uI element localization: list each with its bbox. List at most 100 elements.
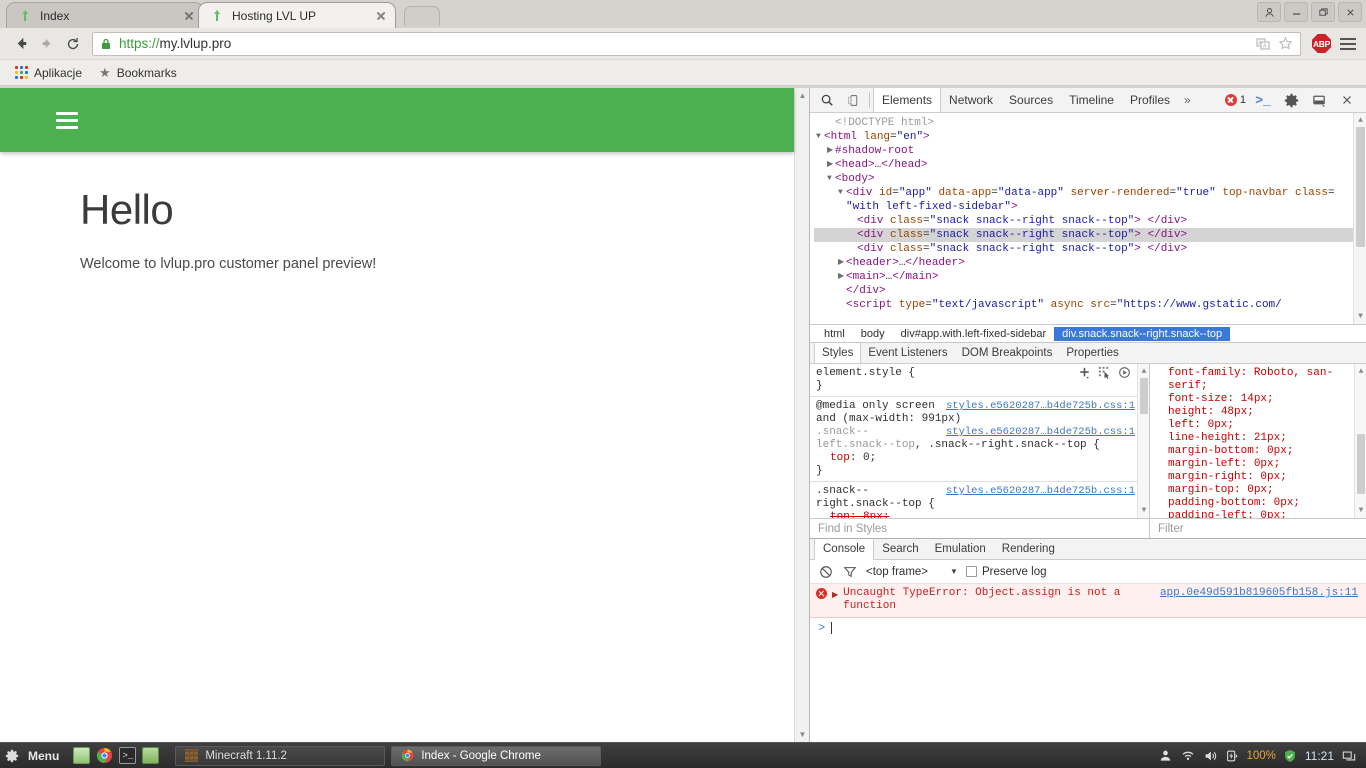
css-property-name[interactable]: top xyxy=(830,511,850,518)
tab-console[interactable]: Console xyxy=(814,539,874,560)
computed-scrollbar[interactable]: ▲ ▼ xyxy=(1354,364,1366,518)
scroll-down-icon[interactable]: ▼ xyxy=(1138,503,1149,518)
rule-source-link[interactable]: styles.e5620287…b4de725b.css:1 xyxy=(946,400,1135,413)
css-rules-list[interactable]: element.style { } styles.e5620287…b4de72… xyxy=(810,364,1149,518)
star-outline-icon[interactable] xyxy=(1276,35,1294,53)
tab-rendering[interactable]: Rendering xyxy=(994,539,1063,559)
shield-icon[interactable] xyxy=(1283,748,1298,763)
console-error-row[interactable]: ▶ Uncaught TypeError: Object.assign is n… xyxy=(810,584,1366,618)
breadcrumb-html[interactable]: html xyxy=(816,327,853,341)
tab-timeline[interactable]: Timeline xyxy=(1061,88,1122,112)
dom-tree[interactable]: <!DOCTYPE html>▼<html lang="en">▶#shadow… xyxy=(810,113,1366,325)
hamburger-menu-icon[interactable] xyxy=(56,112,78,129)
tab-profiles[interactable]: Profiles xyxy=(1122,88,1178,112)
adblock-plus-icon[interactable]: ABP xyxy=(1312,34,1331,53)
console-error-source-link[interactable]: app.0e49d591b819605fb158.js:11 xyxy=(1160,587,1358,600)
tab-emulation[interactable]: Emulation xyxy=(927,539,994,559)
filter-rule-icon[interactable] xyxy=(1118,366,1131,384)
tab-search[interactable]: Search xyxy=(874,539,926,559)
rule-source-link[interactable]: styles.e5620287…b4de725b.css:1 xyxy=(946,426,1135,439)
minimize-icon[interactable] xyxy=(1284,2,1308,22)
bookmark-bookmarks[interactable]: ★ Bookmarks xyxy=(94,64,182,82)
dom-node-line[interactable]: ▶<header>…</header> xyxy=(814,256,1366,270)
browser-tab-index[interactable]: Index xyxy=(6,2,204,28)
scroll-up-icon[interactable]: ▲ xyxy=(795,88,809,103)
device-toolbar-icon[interactable] xyxy=(840,88,866,112)
css-property-name[interactable]: top xyxy=(830,452,850,464)
scroll-down-icon[interactable]: ▼ xyxy=(1354,309,1366,324)
expand-triangle-icon[interactable]: ▶ xyxy=(827,144,833,158)
chrome-icon[interactable] xyxy=(96,747,113,764)
computed-filter-input[interactable]: Filter xyxy=(1150,519,1366,538)
volume-icon[interactable] xyxy=(1202,748,1217,763)
reload-icon[interactable] xyxy=(60,31,86,57)
tab-dom-breakpoints[interactable]: DOM Breakpoints xyxy=(955,344,1060,363)
dom-node-line[interactable]: <!DOCTYPE html> xyxy=(814,116,1366,130)
checkbox[interactable] xyxy=(966,566,977,577)
scrollbar-thumb[interactable] xyxy=(1357,434,1365,494)
expand-triangle-icon[interactable]: ▼ xyxy=(816,130,821,144)
maximize-icon[interactable] xyxy=(1311,2,1335,22)
tab-overflow-icon[interactable]: » xyxy=(1178,88,1197,112)
css-property-value[interactable]: 0 xyxy=(863,452,870,464)
magnifier-inspect-icon[interactable] xyxy=(814,88,840,112)
start-menu-button[interactable]: Menu xyxy=(4,748,67,763)
filter-icon[interactable] xyxy=(842,564,858,580)
dom-node-line[interactable]: <div class="snack snack--right snack--to… xyxy=(814,242,1366,256)
tab-event-listeners[interactable]: Event Listeners xyxy=(861,344,954,363)
bookmark-apps[interactable]: Aplikacje xyxy=(10,64,87,82)
css-rule-snack-right-top[interactable]: styles.e5620287…b4de725b.css:1 .snack-- … xyxy=(810,482,1149,518)
dom-node-line[interactable]: ▼<div id="app" data-app="data-app" serve… xyxy=(814,186,1366,200)
new-tab-button[interactable] xyxy=(404,6,440,26)
css-property-value[interactable]: 8px xyxy=(863,511,883,518)
dom-node-line[interactable]: <script type="text/javascript" async src… xyxy=(814,298,1366,312)
taskbar-window-chrome[interactable]: Index - Google Chrome xyxy=(391,746,601,766)
tab-properties[interactable]: Properties xyxy=(1059,344,1125,363)
file-manager-icon[interactable] xyxy=(142,747,159,764)
dom-node-line[interactable]: <div class="snack snack--right snack--to… xyxy=(814,214,1366,228)
show-desktop-icon[interactable] xyxy=(73,747,90,764)
tab-close-icon[interactable] xyxy=(373,8,389,24)
chrome-menu-icon[interactable] xyxy=(1338,38,1358,50)
expand-triangle-icon[interactable]: ▶ xyxy=(827,158,833,172)
computed-properties-list[interactable]: font-family: Roboto, san-serif;font-size… xyxy=(1150,364,1366,518)
dom-node-line[interactable]: ▶#shadow-root xyxy=(814,144,1366,158)
console-prompt[interactable]: > xyxy=(810,618,1366,638)
dom-node-line[interactable]: ▶<main>…</main> xyxy=(814,270,1366,284)
forward-arrow-icon[interactable] xyxy=(34,31,60,57)
close-icon[interactable] xyxy=(1334,88,1360,112)
element-state-icon[interactable] xyxy=(1098,366,1111,384)
dom-node-line[interactable]: ▼<html lang="en"> xyxy=(814,130,1366,144)
rule-source-link[interactable]: styles.e5620287…b4de725b.css:1 xyxy=(946,485,1135,498)
dom-node-line[interactable]: ▼<body> xyxy=(814,172,1366,186)
browser-tab-hosting-lvl-up[interactable]: Hosting LVL UP xyxy=(198,2,396,28)
workspace-switcher-icon[interactable] xyxy=(1341,748,1356,763)
add-rule-icon[interactable] xyxy=(1078,366,1091,384)
scroll-up-icon[interactable]: ▲ xyxy=(1355,364,1366,379)
expand-triangle-icon[interactable]: ▶ xyxy=(838,270,844,284)
console-output-area[interactable] xyxy=(810,638,1366,742)
expand-triangle-icon[interactable]: ▶ xyxy=(838,256,844,270)
taskbar-window-minecraft[interactable]: Minecraft 1.11.2 xyxy=(175,746,385,766)
person-icon[interactable] xyxy=(1257,2,1281,22)
address-bar[interactable]: https://my.lvlup.pro AA xyxy=(92,32,1301,56)
close-icon[interactable] xyxy=(1338,2,1362,22)
expand-triangle-icon[interactable]: ▼ xyxy=(827,172,832,186)
tab-elements[interactable]: Elements xyxy=(873,88,941,112)
scroll-up-icon[interactable]: ▲ xyxy=(1138,364,1149,379)
breadcrumb-div-snack[interactable]: div.snack.snack--right.snack--top xyxy=(1054,327,1230,341)
expand-triangle-icon[interactable]: ▶ xyxy=(832,589,838,602)
error-count-badge[interactable]: 1 xyxy=(1225,94,1246,106)
scroll-down-icon[interactable]: ▼ xyxy=(795,727,809,742)
clear-console-icon[interactable] xyxy=(818,564,834,580)
tab-styles[interactable]: Styles xyxy=(814,343,861,363)
translate-icon[interactable]: AA xyxy=(1254,35,1272,53)
scroll-up-icon[interactable]: ▲ xyxy=(1354,113,1366,128)
tab-sources[interactable]: Sources xyxy=(1001,88,1061,112)
frame-selector[interactable]: <top frame> ▼ xyxy=(866,566,958,578)
user-icon[interactable] xyxy=(1158,748,1173,763)
clock[interactable]: 11:21 xyxy=(1305,749,1334,763)
gear-icon[interactable] xyxy=(1278,88,1304,112)
styles-scrollbar[interactable]: ▲ ▼ xyxy=(1137,364,1149,518)
preserve-log-toggle[interactable]: Preserve log xyxy=(966,566,1047,578)
